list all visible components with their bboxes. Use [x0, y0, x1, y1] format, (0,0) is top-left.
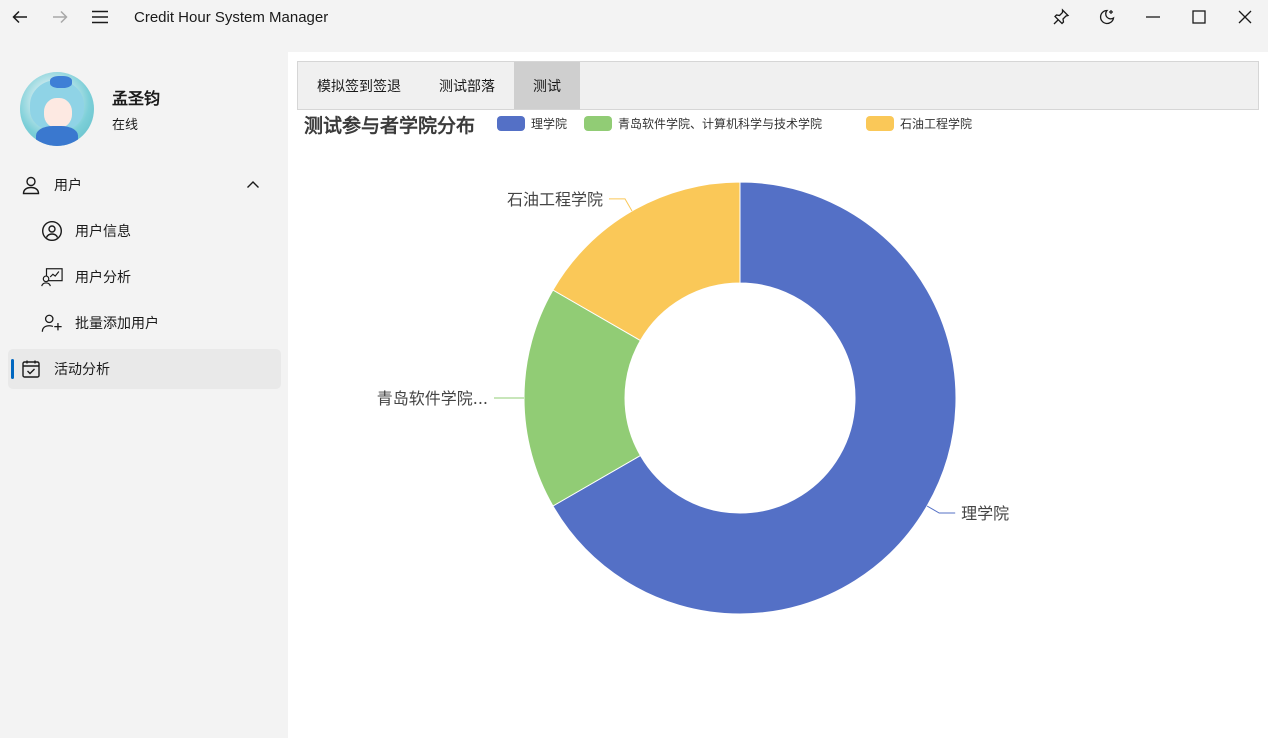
legend-item[interactable]: 理学院 [497, 116, 567, 131]
app-title: Credit Hour System Manager [134, 8, 329, 26]
pin-icon [1053, 8, 1070, 25]
arrow-left-icon [12, 10, 27, 24]
chart-slices [523, 181, 957, 615]
legend-swatch [584, 116, 612, 131]
sidebar-item-user-analysis[interactable]: 用户分析 [8, 257, 281, 297]
slice-label: 青岛软件学院... [377, 389, 488, 408]
label-leader-line [926, 505, 956, 514]
person-icon [20, 174, 42, 196]
chevron-up-icon[interactable] [245, 177, 261, 197]
sidebar-item-label: 批量添加用户 [75, 316, 159, 332]
donut-chart: 测试参与者学院分布 理学院 青岛软件学院、计算机科学与技术学院 石油工程学院 理学院… [304, 114, 1009, 615]
title-bar: Credit Hour System Manager [0, 0, 1268, 34]
sidebar-item-label: 活动分析 [54, 362, 110, 378]
sidebar-item-activity-analysis[interactable]: 活动分析 [8, 349, 281, 389]
legend-label: 石油工程学院 [900, 116, 972, 131]
person-add-icon [41, 312, 63, 334]
theme-toggle-button[interactable] [1084, 0, 1130, 34]
user-profile[interactable]: 孟圣钧 在线 [20, 72, 160, 146]
sidebar: 孟圣钧 在线 用户 用户信息 用户分析 批量添加用户 活动分析 [0, 52, 288, 738]
chart-title: 测试参与者学院分布 [304, 114, 475, 137]
close-icon [1238, 10, 1252, 24]
minimize-icon [1146, 16, 1160, 18]
main-content: 模拟签到签退 测试部落 测试 测试参与者学院分布 理学院 青岛软件学院、计算机科学… [288, 52, 1268, 738]
legend-swatch [866, 116, 894, 131]
chart-legend: 理学院 青岛软件学院、计算机科学与技术学院 石油工程学院 [497, 116, 972, 131]
sidebar-item-label: 用户信息 [75, 224, 131, 240]
back-button[interactable] [0, 0, 40, 34]
forward-button[interactable] [40, 0, 80, 34]
arrow-right-icon [53, 10, 68, 24]
hamburger-icon [92, 10, 108, 24]
label-leader-line [609, 198, 633, 212]
sidebar-item-batch-add-users[interactable]: 批量添加用户 [8, 303, 281, 343]
pin-button[interactable] [1038, 0, 1084, 34]
maximize-icon [1192, 10, 1206, 24]
sidebar-item-users[interactable]: 用户 [8, 165, 281, 205]
selection-indicator [11, 359, 14, 379]
profile-status: 在线 [112, 118, 139, 133]
legend-item[interactable]: 青岛软件学院、计算机科学与技术学院 [584, 116, 822, 131]
slice-label: 理学院 [961, 504, 1009, 523]
moon-sparkle-icon [1099, 9, 1115, 25]
close-button[interactable] [1222, 0, 1268, 34]
legend-label: 青岛软件学院、计算机科学与技术学院 [618, 116, 822, 131]
legend-swatch [497, 116, 525, 131]
legend-item[interactable]: 石油工程学院 [866, 116, 972, 131]
avatar [20, 72, 94, 146]
minimize-button[interactable] [1130, 0, 1176, 34]
legend-label: 理学院 [531, 116, 567, 131]
sidebar-item-user-info[interactable]: 用户信息 [8, 211, 281, 251]
contact-icon [41, 220, 63, 242]
analytics-icon [41, 266, 63, 288]
sidebar-item-label: 用户分析 [75, 270, 131, 286]
sidebar-item-label: 用户 [54, 178, 82, 194]
slice-label: 石油工程学院 [507, 190, 603, 209]
calendar-check-icon [20, 358, 42, 380]
maximize-button[interactable] [1176, 0, 1222, 34]
menu-button[interactable] [80, 0, 120, 34]
profile-name: 孟圣钧 [112, 89, 161, 108]
